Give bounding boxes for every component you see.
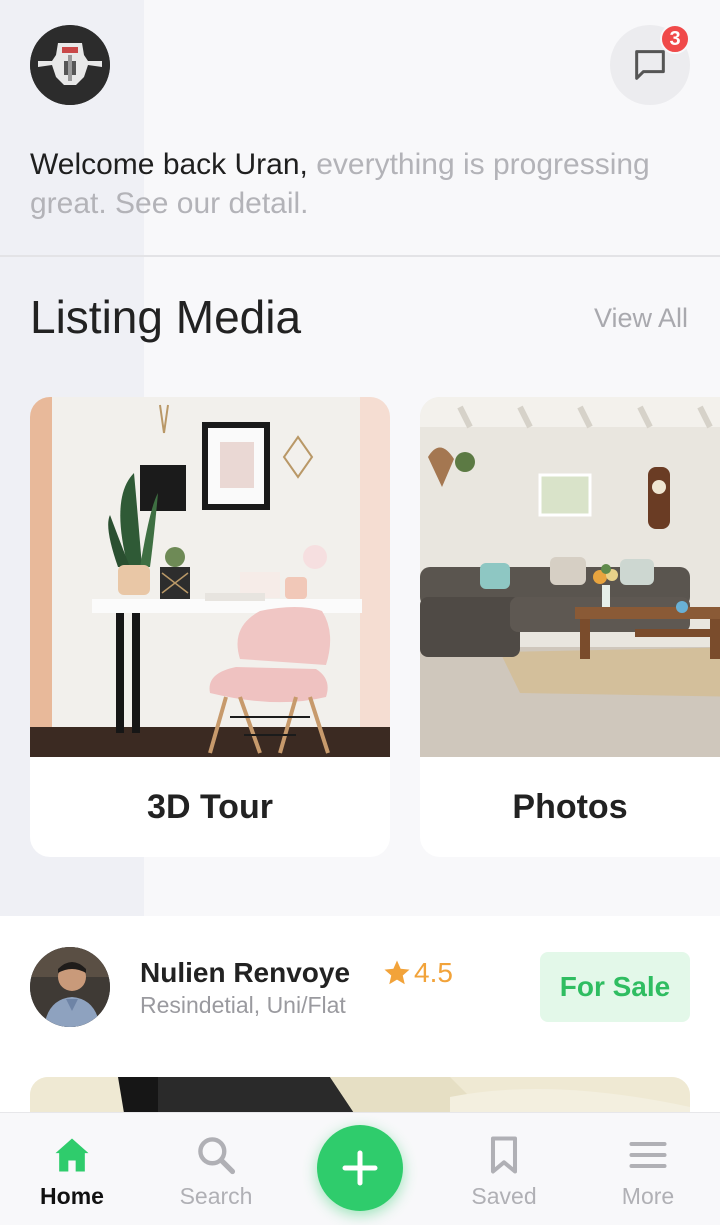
menu-icon xyxy=(629,1141,667,1169)
rating-value: 4.5 xyxy=(414,957,453,988)
media-card-label: Photos xyxy=(512,787,628,826)
nav-search[interactable]: Search xyxy=(144,1113,288,1225)
living-room-photo xyxy=(420,397,720,757)
plus-icon xyxy=(342,1150,378,1186)
header: 3 Welcome back Uran, everything is progr… xyxy=(0,0,720,256)
nav-home[interactable]: Home xyxy=(0,1113,144,1225)
agent-rating: 4.5 xyxy=(382,957,453,989)
bookmark-icon xyxy=(490,1136,518,1174)
listing-card[interactable]: Nulien Renvoye 4.5 Resindetial, Uni/Flat… xyxy=(0,916,720,1137)
star-icon xyxy=(384,960,410,985)
app-logo-avatar[interactable] xyxy=(30,25,110,105)
property-type: Resindetial, Uni/Flat xyxy=(140,992,346,1018)
agent-name: Nulien Renvoye xyxy=(140,957,351,988)
nav-label: Search xyxy=(179,1183,253,1209)
agent-avatar[interactable] xyxy=(30,947,110,1027)
search-icon xyxy=(198,1137,236,1175)
media-card-3d-tour[interactable]: 3D Tour xyxy=(30,397,390,857)
header-divider xyxy=(0,255,720,257)
home-icon xyxy=(55,1138,89,1172)
nav-label: Saved xyxy=(471,1183,537,1209)
view-all-link[interactable]: View All xyxy=(594,303,688,334)
welcome-greeting: Welcome back Uran, xyxy=(30,148,308,181)
chat-icon xyxy=(635,50,665,80)
nav-label: Home xyxy=(40,1183,104,1209)
desk-room-photo xyxy=(30,397,390,757)
nav-more[interactable]: More xyxy=(576,1113,720,1225)
add-listing-button[interactable] xyxy=(317,1125,403,1211)
for-sale-tag[interactable]: For Sale xyxy=(540,952,690,1022)
welcome-message: Welcome back Uran, everything is progres… xyxy=(30,145,700,223)
media-card-label: 3D Tour xyxy=(147,787,273,826)
nav-label: More xyxy=(621,1183,675,1209)
notification-badge: 3 xyxy=(660,24,690,54)
section-title: Listing Media xyxy=(30,291,302,343)
knight-logo-icon xyxy=(30,25,110,105)
nav-saved[interactable]: Saved xyxy=(432,1113,576,1225)
media-card-photos[interactable]: Photos xyxy=(420,397,720,857)
